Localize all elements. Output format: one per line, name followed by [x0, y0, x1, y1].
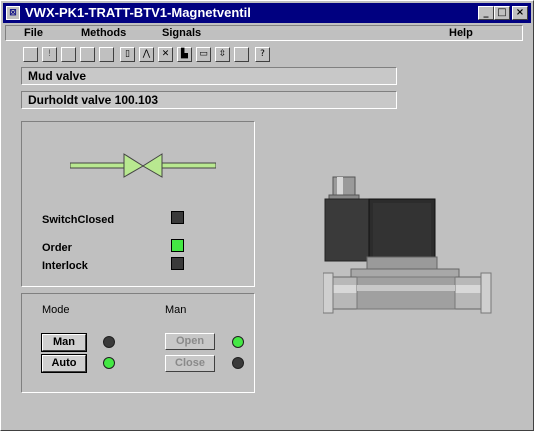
open-led [232, 336, 244, 348]
type-field: Durholdt valve 100.103 [21, 91, 397, 109]
title-bar[interactable]: ⊠ VWX-PK1-TRATT-BTV1-Magnetventil _ □ × [3, 3, 531, 23]
menu-bar: File Methods Signals Help [5, 25, 523, 41]
minimize-icon: _ [483, 7, 489, 18]
close-valve-button[interactable]: Close [165, 355, 215, 372]
close-icon: × [515, 7, 525, 18]
app-icon[interactable]: ⊠ [6, 6, 20, 20]
document-icon: ▯ [125, 49, 130, 59]
close-button[interactable]: × [512, 6, 528, 20]
tool-button-12[interactable] [234, 47, 249, 62]
interlock-indicator [171, 257, 184, 270]
order-label: Order [42, 242, 72, 254]
tool-button-crossref[interactable]: ✕ [158, 47, 173, 62]
maximize-icon: □ [497, 7, 507, 18]
tool-button-trend[interactable]: ⇳ [215, 47, 230, 62]
help-icon: ? [260, 49, 265, 59]
menu-methods[interactable]: Methods [81, 27, 126, 39]
description-text: Mud valve [28, 69, 87, 83]
switch-closed-label: SwitchClosed [42, 214, 115, 226]
open-button[interactable]: Open [165, 333, 215, 350]
crossref-icon: ✕ [161, 49, 170, 59]
signal-panel: SwitchClosed Order Interlock [21, 121, 255, 287]
menu-signals[interactable]: Signals [162, 27, 201, 39]
tool-button-1[interactable] [23, 47, 38, 62]
description-field: Mud valve [21, 67, 397, 85]
tool-button-3[interactable] [61, 47, 76, 62]
man-mode-led [103, 336, 115, 348]
order-indicator [171, 239, 184, 252]
tool-button-hierarchy[interactable]: ▙ [177, 47, 192, 62]
window-icon: ▭ [199, 49, 208, 59]
type-text: Durholdt valve 100.103 [28, 93, 159, 107]
menu-file[interactable]: File [24, 27, 43, 39]
maximize-button[interactable]: □ [494, 6, 510, 20]
auto-mode-button[interactable]: Auto [41, 354, 87, 373]
tool-button-5[interactable] [99, 47, 114, 62]
auto-mode-led [103, 357, 115, 369]
tool-button-info[interactable]: ! [42, 47, 57, 62]
tool-button-document[interactable]: ▯ [120, 47, 135, 62]
tool-button-help[interactable]: ? [255, 47, 270, 62]
switch-closed-indicator [171, 211, 184, 224]
menu-help[interactable]: Help [449, 27, 473, 39]
window-title: VWX-PK1-TRATT-BTV1-Magnetventil [25, 5, 251, 20]
tool-button-window[interactable]: ▭ [196, 47, 211, 62]
info-icon: ! [47, 49, 52, 59]
trend-icon: ⇳ [218, 49, 227, 59]
man-heading: Man [165, 304, 187, 316]
valve-symbol[interactable] [70, 152, 216, 180]
interlock-label: Interlock [42, 260, 88, 272]
solenoid-valve-image [323, 176, 492, 314]
graph-icon: ⋀ [142, 49, 151, 59]
tool-button-graph[interactable]: ⋀ [139, 47, 154, 62]
mode-panel: Mode Man Man Auto Open Close [21, 293, 255, 393]
tool-button-4[interactable] [80, 47, 95, 62]
minimize-button[interactable]: _ [478, 6, 494, 20]
hierarchy-icon: ▙ [181, 49, 188, 59]
close-led [232, 357, 244, 369]
mode-heading: Mode [42, 304, 70, 316]
man-mode-button[interactable]: Man [41, 333, 87, 352]
application-window: ⊠ VWX-PK1-TRATT-BTV1-Magnetventil _ □ × … [0, 0, 534, 431]
